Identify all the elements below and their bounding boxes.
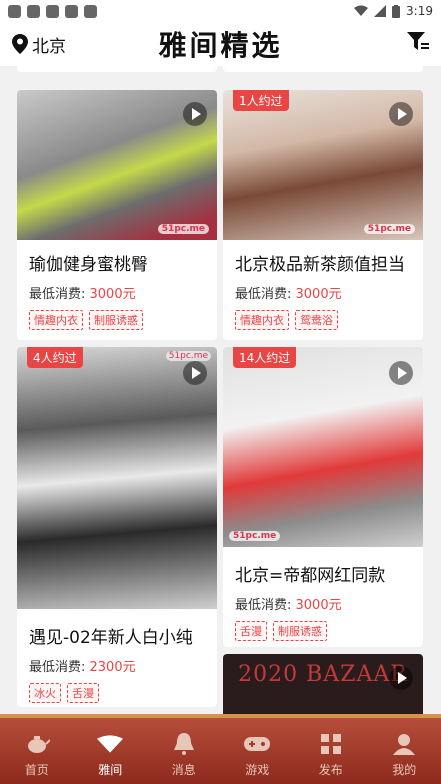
listing-card[interactable]: 4人约过 51pc.me 遇见-02年新人白小纯 最低消费: 2300元 冰火 …	[17, 347, 217, 707]
fan-icon	[97, 733, 124, 755]
listing-title: 北京=帝都网红同款	[235, 566, 386, 586]
listing-photo: 2020 BAZAAR	[223, 654, 423, 714]
listing-title: 遇见-02年新人白小纯	[29, 628, 193, 648]
listing-card[interactable]: 1人约过 51pc.me 北京极品新茶颜值担当 最低消费: 3000元 情趣内衣…	[223, 90, 423, 340]
watermark: 51pc.me	[229, 531, 281, 541]
location-pin-icon	[12, 34, 28, 54]
listing-price: 最低消费: 2300元	[17, 648, 217, 675]
price-label: 最低消费:	[235, 598, 296, 613]
clock-time: 3:19	[406, 4, 433, 18]
play-icon[interactable]	[183, 102, 207, 126]
filter-icon	[407, 32, 429, 50]
listing-photo: 51pc.me	[17, 90, 217, 240]
listing-price: 最低消费: 3000元	[223, 275, 423, 302]
play-icon[interactable]	[389, 361, 413, 385]
play-icon[interactable]	[389, 102, 413, 126]
tab-room[interactable]: 雅间	[74, 718, 148, 784]
tag[interactable]: 冰火	[29, 683, 61, 703]
listing-photo: 14人约过 51pc.me	[223, 347, 423, 547]
tag-list: 冰火 舌漫	[17, 675, 217, 703]
top-header: 北京 雅间精选	[0, 22, 441, 66]
status-bar: 3:19	[0, 0, 441, 22]
booking-count-badge: 14人约过	[233, 347, 297, 368]
watermark: 51pc.me	[165, 351, 211, 361]
grid-icon	[318, 733, 344, 755]
price-label: 最低消费:	[29, 287, 90, 302]
notification-icon	[46, 4, 59, 18]
notification-icon	[65, 4, 78, 18]
tab-label: 雅间	[98, 763, 123, 777]
play-icon[interactable]	[389, 666, 413, 690]
card-partial[interactable]	[17, 66, 217, 72]
wifi-icon	[354, 5, 369, 16]
price-value: 3000元	[295, 287, 342, 302]
booking-count-badge: 1人约过	[233, 90, 289, 111]
price-value: 3000元	[295, 598, 342, 613]
tag-list: 情趣内衣 鸳鸯浴	[223, 302, 423, 330]
tag[interactable]: 制服诱惑	[273, 621, 327, 641]
filter-button[interactable]	[407, 32, 429, 56]
tag[interactable]: 舌漫	[235, 621, 267, 641]
tab-label: 发布	[318, 763, 343, 777]
listing-price: 最低消费: 3000元	[17, 275, 217, 302]
page-title: 雅间精选	[158, 29, 283, 62]
tab-label: 我的	[392, 763, 417, 777]
price-value: 3000元	[89, 287, 136, 302]
play-icon[interactable]	[183, 361, 207, 385]
card-grid: 51pc.me 瑜伽健身蜜桃臀 最低消费: 3000元 情趣内衣 制服诱惑 1人…	[0, 66, 441, 714]
person-icon	[391, 733, 417, 755]
tab-label: 首页	[24, 763, 49, 777]
tab-messages[interactable]: 消息	[147, 718, 221, 784]
tag[interactable]: 情趣内衣	[29, 310, 83, 330]
notification-icon	[8, 4, 21, 18]
tab-profile[interactable]: 我的	[368, 718, 441, 784]
listing-card[interactable]: 51pc.me 瑜伽健身蜜桃臀 最低消费: 3000元 情趣内衣 制服诱惑	[17, 90, 217, 340]
listing-title: 瑜伽健身蜜桃臀	[29, 255, 148, 275]
signal-icon	[374, 5, 387, 17]
listing-title: 北京极品新茶颜值担当	[235, 255, 405, 275]
tag-list: 情趣内衣 制服诱惑	[17, 302, 217, 330]
battery-icon	[392, 4, 401, 18]
watermark: 51pc.me	[363, 224, 415, 234]
price-label: 最低消费:	[235, 287, 296, 302]
tag[interactable]: 舌漫	[67, 683, 99, 703]
teapot-icon	[24, 733, 50, 755]
bottom-tab-bar: 首页 雅间 消息 游戏 发布 我的	[0, 714, 441, 784]
listing-photo: 4人约过 51pc.me	[17, 347, 217, 609]
booking-count-badge: 4人约过	[27, 347, 83, 368]
tag[interactable]: 制服诱惑	[89, 310, 143, 330]
tab-games[interactable]: 游戏	[221, 718, 295, 784]
location-selector[interactable]: 北京	[12, 32, 66, 57]
tab-publish[interactable]: 发布	[294, 718, 368, 784]
tab-label: 游戏	[245, 763, 270, 777]
watermark: 51pc.me	[157, 224, 209, 234]
gamepad-icon	[244, 733, 271, 755]
tab-home[interactable]: 首页	[0, 718, 74, 784]
price-label: 最低消费:	[29, 660, 90, 675]
price-value: 2300元	[89, 660, 136, 675]
notification-icon	[27, 4, 40, 18]
tag-list: 舌漫 制服诱惑	[223, 613, 423, 641]
listing-photo: 1人约过 51pc.me	[223, 90, 423, 240]
tag[interactable]: 鸳鸯浴	[295, 310, 338, 330]
notification-icon	[84, 4, 97, 18]
bell-icon	[171, 733, 197, 755]
location-label: 北京	[32, 36, 66, 57]
listing-price: 最低消费: 3000元	[223, 586, 423, 613]
listing-card[interactable]: 14人约过 51pc.me 北京=帝都网红同款 最低消费: 3000元 舌漫 制…	[223, 347, 423, 647]
tab-label: 消息	[171, 763, 196, 777]
listing-card[interactable]: 2020 BAZAAR	[223, 654, 423, 714]
card-partial[interactable]	[223, 66, 423, 72]
tag[interactable]: 情趣内衣	[235, 310, 289, 330]
